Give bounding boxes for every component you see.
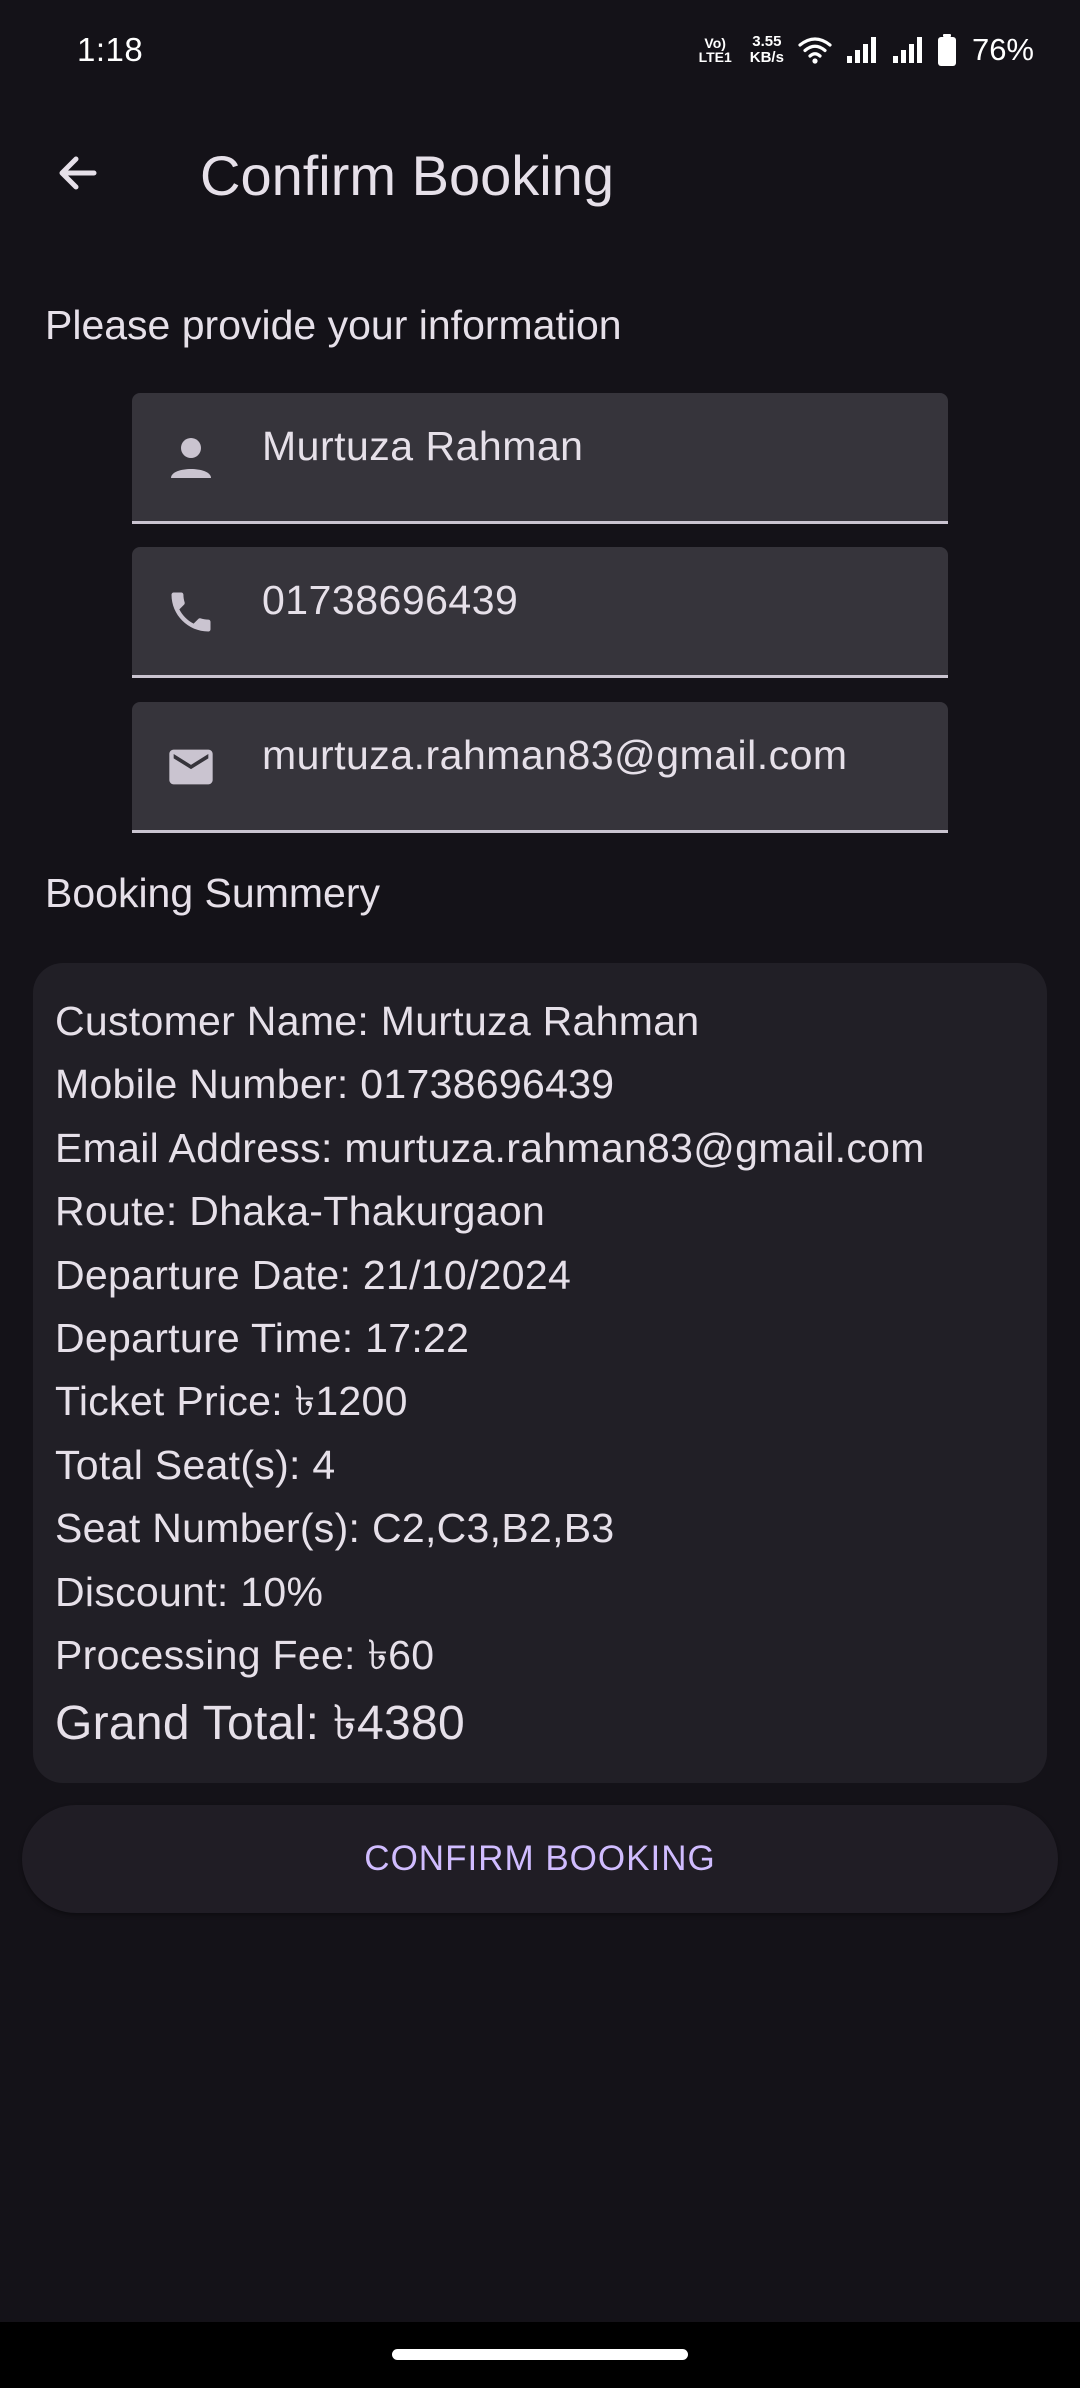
status-bar: 1:18 Vo) LTE1 3.55 KB/s 76% bbox=[0, 0, 1080, 100]
network-speed: 3.55 KB/s bbox=[750, 34, 784, 66]
info-section-heading: Please provide your information bbox=[45, 302, 622, 348]
email-icon bbox=[156, 732, 226, 802]
battery-percentage: 76% bbox=[971, 32, 1034, 67]
summary-grand-total: Grand Total: ৳4380 bbox=[55, 1697, 466, 1751]
summary-seat-numbers: Seat Number(s): C2,C3,B2,B3 bbox=[55, 1505, 615, 1552]
summary-total-seats: Total Seat(s): 4 bbox=[55, 1441, 336, 1488]
phone-input-value[interactable]: 01738696439 bbox=[262, 577, 912, 624]
summary-departure-date: Departure Date: 21/10/2024 bbox=[55, 1251, 572, 1298]
summary-heading: Booking Summery bbox=[45, 870, 380, 916]
status-icons: Vo) LTE1 3.55 KB/s 76% bbox=[699, 32, 1034, 68]
network-speed-unit: KB/s bbox=[749, 49, 784, 66]
summary-ticket-price: Ticket Price: ৳1200 bbox=[55, 1378, 408, 1425]
summary-route: Route: Dhaka-Thakurgaon bbox=[55, 1188, 546, 1235]
confirm-booking-screen: 1:18 Vo) LTE1 3.55 KB/s 76% Confirm Book… bbox=[0, 0, 1080, 2388]
summary-discount: Discount: 10% bbox=[55, 1568, 324, 1615]
name-field[interactable]: Murtuza Rahman bbox=[132, 393, 948, 524]
summary-departure-time: Departure Time: 17:22 bbox=[55, 1314, 470, 1361]
person-icon bbox=[156, 423, 226, 493]
summary-processing-fee: Processing Fee: ৳60 bbox=[55, 1631, 435, 1678]
arrow-back-icon bbox=[54, 149, 102, 202]
summary-email-address: Email Address: murtuza.rahman83@gmail.co… bbox=[55, 1124, 925, 1171]
network-speed-value: 3.55 bbox=[752, 33, 782, 51]
volte-bottom-label: LTE1 bbox=[698, 49, 732, 65]
back-button[interactable] bbox=[30, 127, 126, 223]
confirm-booking-button[interactable]: CONFIRM BOOKING bbox=[22, 1805, 1058, 1913]
booking-summary-card: Customer Name: Murtuza Rahman Mobile Num… bbox=[33, 963, 1047, 1783]
summary-mobile-number: Mobile Number: 01738696439 bbox=[55, 1061, 615, 1108]
email-field[interactable]: murtuza.rahman83@gmail.com bbox=[132, 702, 948, 833]
status-time: 1:18 bbox=[77, 31, 144, 68]
wifi-icon bbox=[798, 36, 832, 64]
phone-icon bbox=[156, 577, 226, 647]
page-title: Confirm Booking bbox=[200, 143, 614, 207]
home-indicator[interactable] bbox=[392, 2349, 688, 2360]
signal-icon-1 bbox=[846, 36, 878, 64]
name-input-value[interactable]: Murtuza Rahman bbox=[262, 423, 912, 470]
volte-icon: Vo) LTE1 bbox=[699, 36, 732, 64]
app-bar: Confirm Booking bbox=[0, 110, 1080, 240]
phone-field[interactable]: 01738696439 bbox=[132, 547, 948, 678]
summary-customer-name: Customer Name: Murtuza Rahman bbox=[55, 998, 700, 1044]
signal-icon-2 bbox=[892, 36, 924, 64]
battery-icon bbox=[937, 34, 956, 66]
volte-top-label: Vo) bbox=[704, 35, 726, 51]
email-input-value[interactable]: murtuza.rahman83@gmail.com bbox=[262, 732, 912, 779]
